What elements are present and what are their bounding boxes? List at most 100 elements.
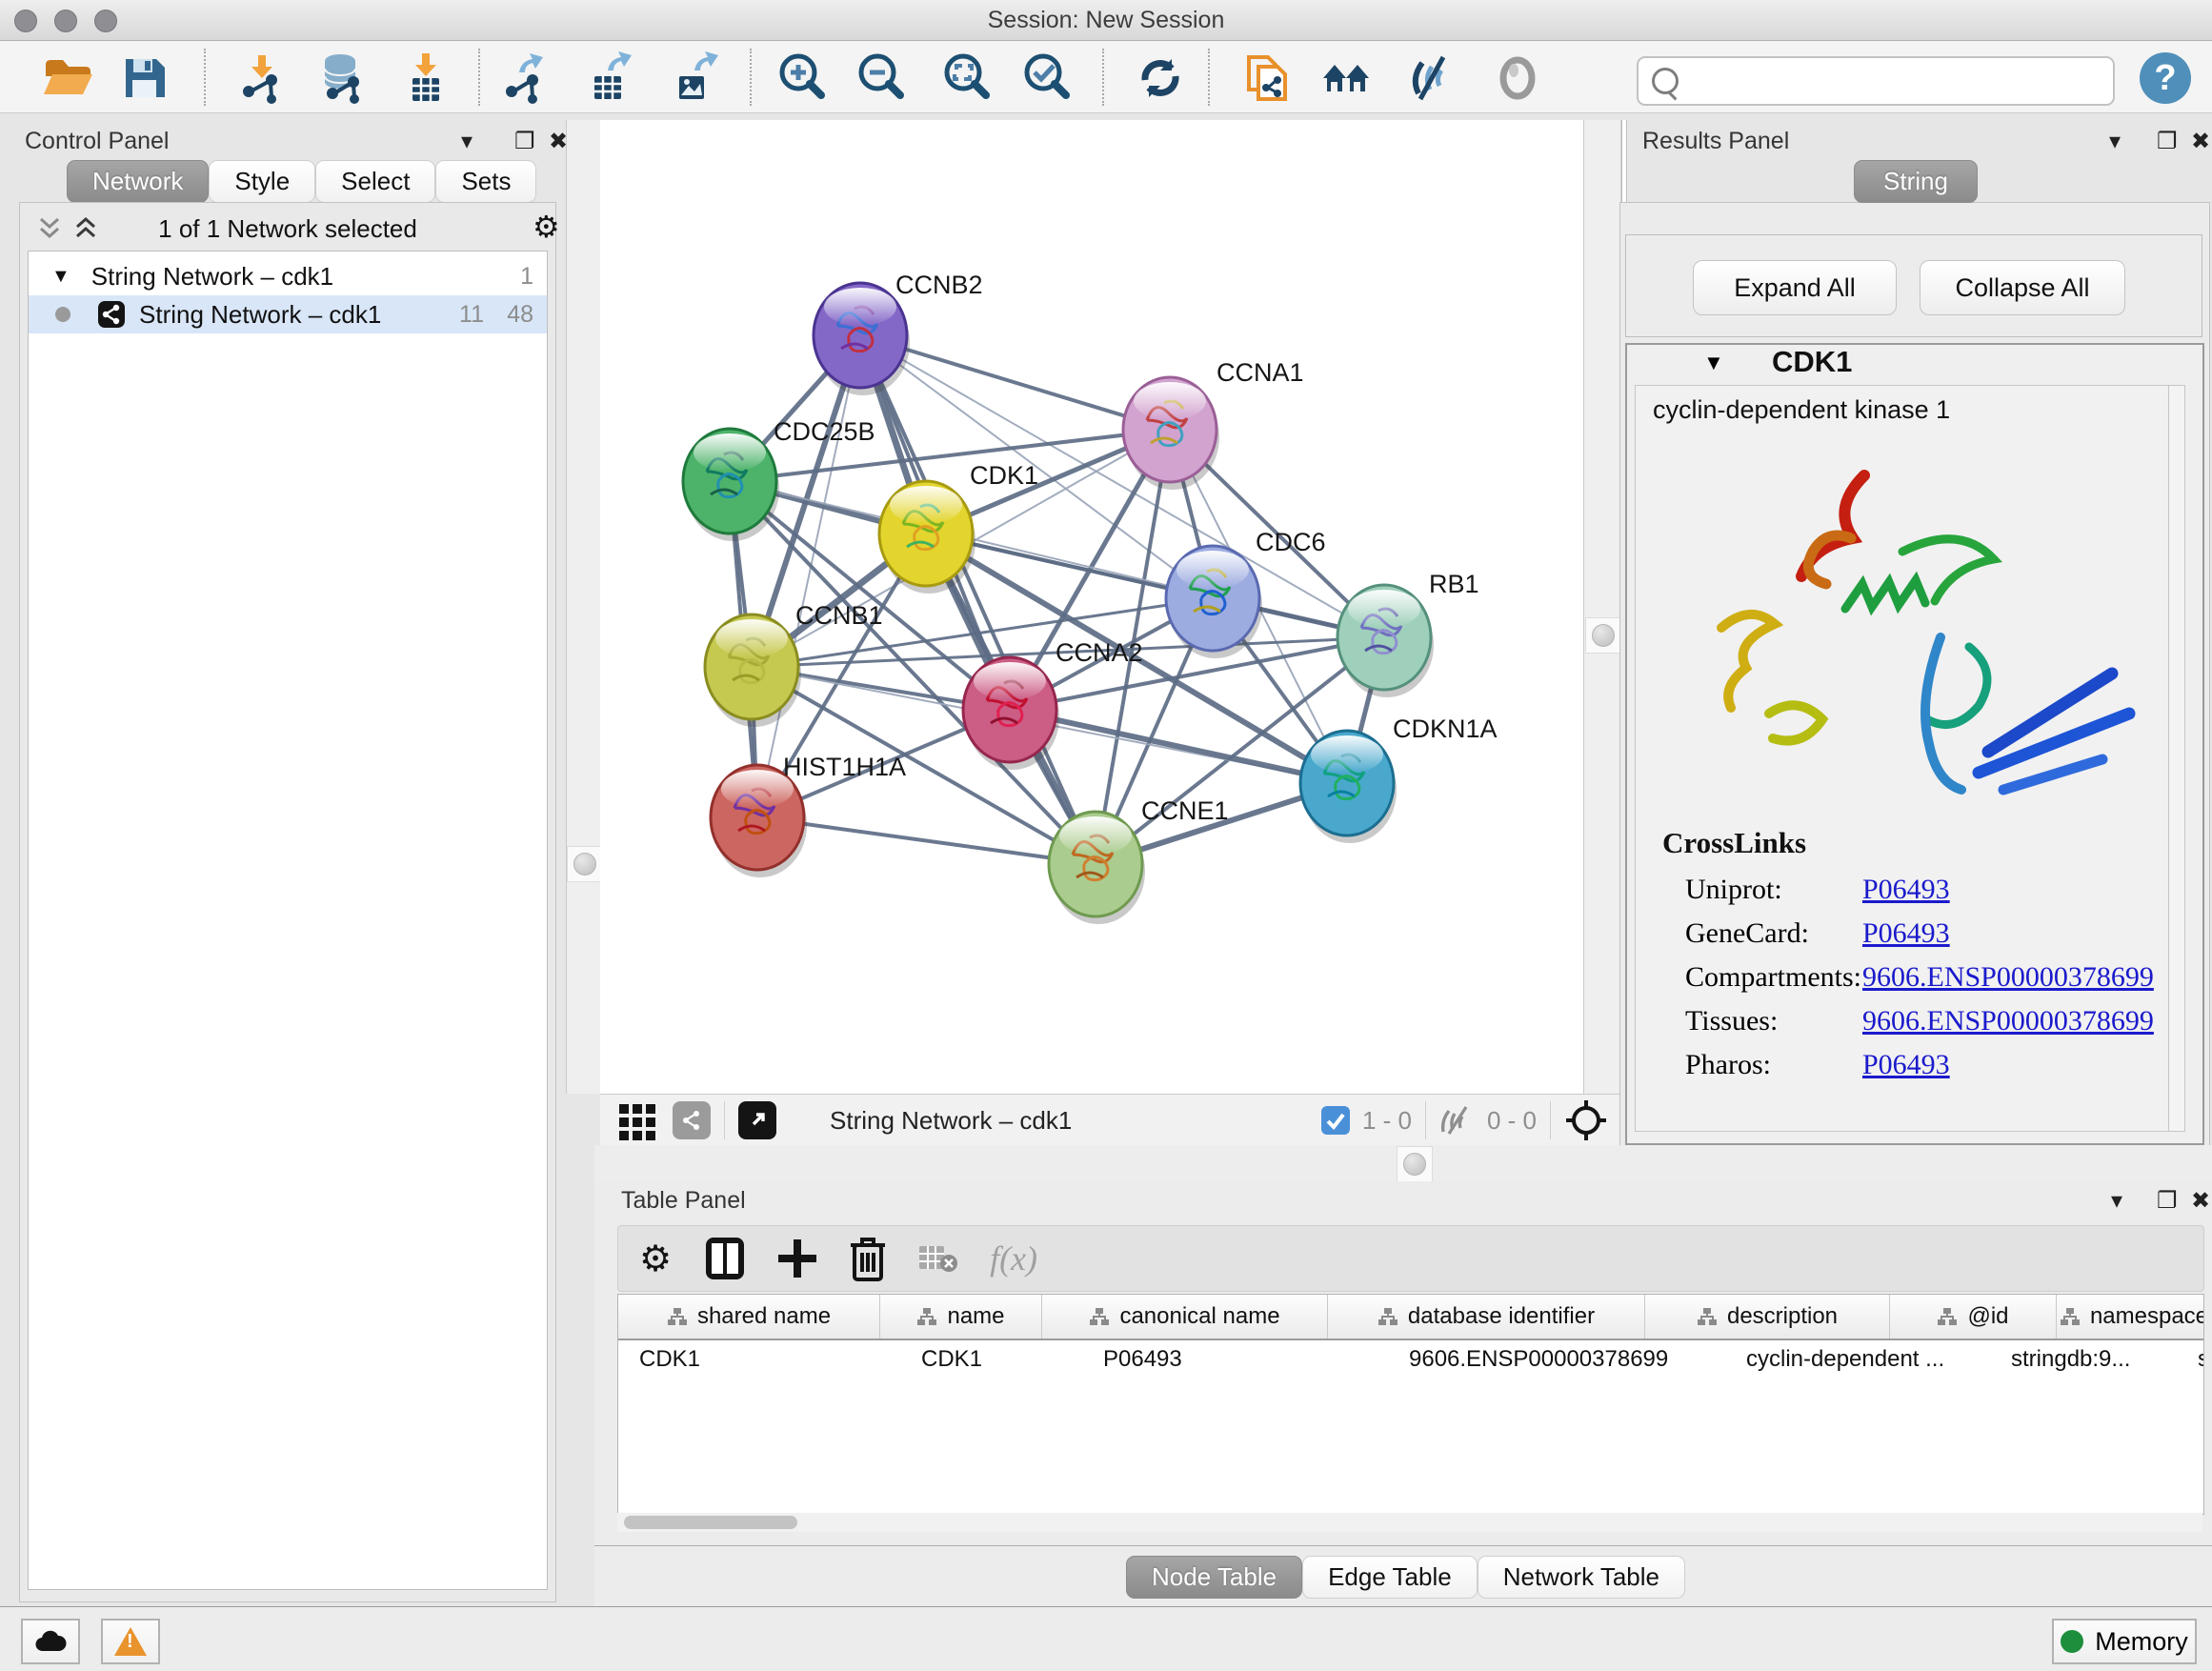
- memory-button[interactable]: Memory: [2052, 1619, 2197, 1664]
- right-splitter[interactable]: [1583, 120, 1621, 1094]
- network-node-hist1h1a[interactable]: HIST1H1A: [711, 753, 906, 877]
- warnings-button[interactable]: [101, 1619, 160, 1664]
- column-header--id[interactable]: @id: [1890, 1295, 2057, 1339]
- search-input[interactable]: [1686, 67, 2113, 95]
- refresh-view-icon[interactable]: [1133, 50, 1188, 106]
- add-column-icon[interactable]: [776, 1238, 818, 1279]
- export-table-icon[interactable]: [584, 50, 639, 106]
- network-canvas[interactable]: CCNB2CCNA1CDC25BCDK1CDC6RB1CCNB1CCNA2CDK…: [600, 120, 1583, 1094]
- right-splitter-handle[interactable]: [1585, 617, 1621, 654]
- clear-table-icon[interactable]: [917, 1242, 957, 1275]
- import-network-database-icon[interactable]: [314, 50, 370, 106]
- search-field[interactable]: [1637, 56, 2115, 106]
- crosslink-value[interactable]: P06493: [1862, 874, 1950, 906]
- network-node-rb1[interactable]: RB1: [1337, 570, 1479, 697]
- table-cell[interactable]: CDK1: [618, 1340, 900, 1379]
- open-file-icon[interactable]: [40, 50, 95, 106]
- zoom-fit-icon[interactable]: [939, 50, 995, 106]
- bottom-splitter-handle[interactable]: [1397, 1146, 1433, 1182]
- show-columns-icon[interactable]: [704, 1236, 746, 1281]
- import-network-file-icon[interactable]: [234, 50, 290, 106]
- table-options-gear-icon[interactable]: ⚙: [639, 1238, 672, 1279]
- network-overview-icon[interactable]: [673, 1101, 711, 1139]
- zoom-in-icon[interactable]: [774, 50, 830, 106]
- copy-style-icon[interactable]: [1240, 50, 1296, 106]
- home-icon[interactable]: [1318, 50, 1374, 106]
- save-session-icon[interactable]: [117, 50, 172, 106]
- results-panel-close-icon[interactable]: ✖: [2191, 128, 2210, 155]
- collapse-all-button[interactable]: Collapse All: [1920, 260, 2125, 315]
- network-options-gear-icon[interactable]: ⚙: [533, 209, 560, 245]
- table-row[interactable]: CDK1CDK1P064939606.ENSP00000378699cyclin…: [618, 1340, 2203, 1379]
- table-cell[interactable]: stringdb:9...: [1990, 1340, 2177, 1379]
- results-panel-float-icon[interactable]: ❐: [2157, 128, 2178, 155]
- results-scrollbar[interactable]: [2168, 386, 2184, 1131]
- control-panel-menu-icon[interactable]: ▾: [461, 128, 473, 155]
- tab-select[interactable]: Select: [315, 160, 435, 203]
- network-node-ccnb1[interactable]: CCNB1: [705, 601, 883, 727]
- column-header-canonical-name[interactable]: canonical name: [1042, 1295, 1328, 1339]
- export-image-icon[interactable]: [669, 50, 724, 106]
- column-header-description[interactable]: description: [1645, 1295, 1890, 1339]
- network-node-ccne1[interactable]: CCNE1: [1049, 796, 1229, 924]
- crosslink-value[interactable]: 9606.ENSP00000378699: [1862, 961, 2154, 994]
- column-header-shared-name[interactable]: shared name: [618, 1295, 880, 1339]
- left-splitter[interactable]: [566, 120, 602, 1094]
- table-panel-close-icon[interactable]: ✖: [2191, 1187, 2210, 1215]
- table-hscrollbar[interactable]: [617, 1513, 2202, 1532]
- table-panel-float-icon[interactable]: ❐: [2157, 1187, 2178, 1215]
- delete-column-icon[interactable]: [849, 1236, 887, 1281]
- table-panel-menu-icon[interactable]: ▾: [2111, 1187, 2122, 1215]
- column-header-name[interactable]: name: [880, 1295, 1042, 1339]
- hidden-eye-icon[interactable]: [1439, 1105, 1476, 1136]
- crosslink-value[interactable]: 9606.ENSP00000378699: [1862, 1005, 2154, 1037]
- zoom-selected-icon[interactable]: [1019, 50, 1075, 106]
- crosslink-value[interactable]: P06493: [1862, 917, 1950, 950]
- tab-style[interactable]: Style: [209, 160, 315, 203]
- cloud-button[interactable]: [21, 1619, 80, 1664]
- network-node-cdkn1a[interactable]: CDKN1A: [1300, 715, 1498, 843]
- show-graphics-icon[interactable]: [1490, 50, 1545, 106]
- hide-graphics-icon[interactable]: [1404, 50, 1459, 106]
- table-hscrollbar-thumb[interactable]: [624, 1516, 797, 1529]
- left-splitter-handle[interactable]: [567, 846, 603, 882]
- open-in-window-icon[interactable]: [738, 1101, 776, 1139]
- collection-expander-icon[interactable]: ▼: [51, 266, 70, 288]
- gene-expander-icon[interactable]: ▼: [1703, 351, 1724, 375]
- selected-checkbox-icon[interactable]: [1320, 1105, 1351, 1136]
- crosslink-value[interactable]: P06493: [1862, 1049, 1950, 1081]
- import-table-icon[interactable]: [398, 50, 453, 106]
- table-cell[interactable]: CDK1: [900, 1340, 1082, 1379]
- network-node-cdk1[interactable]: CDK1: [879, 461, 1038, 594]
- column-header-namespace[interactable]: namespace: [2057, 1295, 2204, 1339]
- table-cell[interactable]: cyclin-dependent ...: [1725, 1340, 1990, 1379]
- network-node-ccnb2[interactable]: CCNB2: [814, 271, 983, 395]
- network-edge[interactable]: [757, 817, 1096, 864]
- tab-sets[interactable]: Sets: [435, 160, 536, 203]
- node-table[interactable]: shared namenamecanonical namedatabase id…: [617, 1294, 2204, 1515]
- results-panel-menu-icon[interactable]: ▾: [2109, 128, 2121, 155]
- birds-eye-icon[interactable]: [1564, 1098, 1608, 1142]
- tab-network-table[interactable]: Network Table: [1478, 1556, 1685, 1599]
- export-network-icon[interactable]: [499, 50, 554, 106]
- tab-node-table[interactable]: Node Table: [1126, 1556, 1302, 1599]
- network-edge[interactable]: [860, 335, 1096, 864]
- tab-string[interactable]: String: [1854, 160, 1978, 203]
- network-collection-row[interactable]: ▼ String Network – cdk1 1: [29, 257, 547, 295]
- table-cell[interactable]: stringdb: [2177, 1340, 2204, 1379]
- function-builder-icon[interactable]: f(x): [990, 1238, 1037, 1278]
- table-cell[interactable]: P06493: [1082, 1340, 1388, 1379]
- table-cell[interactable]: 9606.ENSP00000378699: [1388, 1340, 1725, 1379]
- column-header-database-identifier[interactable]: database identifier: [1328, 1295, 1645, 1339]
- control-panel-float-icon[interactable]: ❐: [514, 128, 535, 155]
- bottom-splitter[interactable]: [594, 1145, 2212, 1181]
- help-icon[interactable]: ?: [2138, 50, 2193, 106]
- zoom-out-icon[interactable]: [854, 50, 909, 106]
- tab-network[interactable]: Network: [67, 160, 209, 203]
- network-row[interactable]: String Network – cdk1 11 48: [29, 295, 547, 333]
- network-node-cdc6[interactable]: CDC6: [1166, 528, 1326, 658]
- expand-all-button[interactable]: Expand All: [1693, 260, 1897, 315]
- grid-view-icon[interactable]: [617, 1100, 657, 1140]
- tab-edge-table[interactable]: Edge Table: [1302, 1556, 1478, 1599]
- network-edge[interactable]: [1010, 710, 1347, 783]
